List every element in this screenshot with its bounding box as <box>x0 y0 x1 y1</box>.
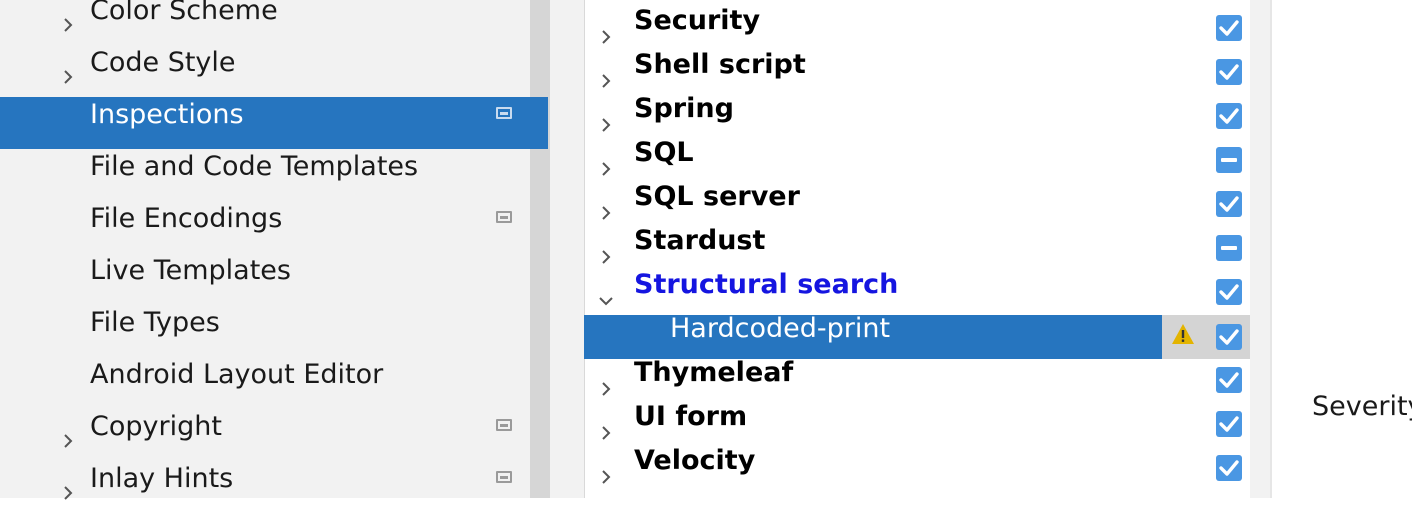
project-level-icon <box>496 107 512 119</box>
project-level-icon <box>496 419 512 431</box>
inspection-label: Security <box>634 5 761 36</box>
chevron-right-icon[interactable] <box>598 15 614 44</box>
settings-item-label: Code Style <box>90 47 236 78</box>
checkbox-cell <box>1202 95 1250 139</box>
settings-item-label: Copyright <box>90 411 222 442</box>
checkbox-cell <box>1202 7 1250 51</box>
checkmark-icon <box>1219 108 1239 124</box>
checkbox-cell <box>1202 359 1250 403</box>
checkbox-cell <box>1202 315 1250 359</box>
chevron-down-icon[interactable] <box>598 279 614 306</box>
chevron-right-icon[interactable] <box>598 455 614 484</box>
settings-item-label: File Encodings <box>90 203 283 234</box>
chevron-right-icon[interactable] <box>598 191 614 220</box>
project-level-icon <box>496 471 512 483</box>
settings-item-label: Inlay Hints <box>90 463 234 494</box>
enabled-checkbox[interactable] <box>1216 279 1242 305</box>
settings-item-inlay-hints[interactable]: Inlay Hints <box>0 461 548 513</box>
chevron-right-icon[interactable] <box>60 467 76 500</box>
chevron-right-icon[interactable] <box>598 411 614 440</box>
enabled-checkbox[interactable] <box>1216 191 1242 217</box>
inspection-row-velocity[interactable]: Velocity <box>584 445 1250 491</box>
panel-gap <box>550 0 584 498</box>
settings-item-label: File and Code Templates <box>90 151 419 182</box>
inspection-label: Stardust <box>634 225 766 256</box>
checkbox-cell <box>1202 51 1250 95</box>
project-level-icon <box>496 211 512 223</box>
checkbox-cell <box>1202 139 1250 183</box>
chevron-right-icon[interactable] <box>598 59 614 88</box>
checkmark-icon <box>1219 20 1239 36</box>
checkmark-icon <box>1219 372 1239 388</box>
checkmark-icon <box>1219 329 1239 345</box>
inspection-label: Velocity <box>634 445 756 476</box>
inspections-tree-scrollbar[interactable] <box>1250 0 1270 498</box>
partial-checkbox[interactable] <box>1216 235 1242 261</box>
chevron-right-icon[interactable] <box>60 415 76 448</box>
warning-icon <box>1172 324 1194 344</box>
inspection-label: UI form <box>634 401 748 432</box>
inspection-label: Spring <box>634 93 734 124</box>
enabled-checkbox[interactable] <box>1216 411 1242 437</box>
chevron-right-icon[interactable] <box>598 367 614 396</box>
checkmark-icon <box>1219 416 1239 432</box>
checkbox-cell <box>1202 183 1250 227</box>
enabled-checkbox[interactable] <box>1216 15 1242 41</box>
chevron-right-icon[interactable] <box>60 51 76 84</box>
settings-item-copyright[interactable]: Copyright <box>0 409 548 461</box>
severity-label: Severity <box>1312 391 1412 422</box>
checkmark-icon <box>1219 284 1239 300</box>
settings-item-label: File Types <box>90 307 220 338</box>
chevron-right-icon[interactable] <box>598 147 614 176</box>
severity-cell <box>1162 315 1202 359</box>
checkbox-cell <box>1202 447 1250 491</box>
inspection-label: Shell script <box>634 49 806 80</box>
checkmark-icon <box>1219 460 1239 476</box>
settings-item-code-style[interactable]: Code Style <box>0 45 548 97</box>
checkbox-cell <box>1202 403 1250 447</box>
details-panel: Severity <box>1272 0 1412 498</box>
settings-item-label: Live Templates <box>90 255 291 286</box>
inspection-label: SQL server <box>634 181 800 212</box>
settings-item-label: Android Layout Editor <box>90 359 384 390</box>
chevron-right-icon[interactable] <box>598 235 614 264</box>
inspection-label: Structural search <box>634 269 899 300</box>
settings-item-label: Inspections <box>90 99 244 130</box>
checkbox-cell <box>1202 227 1250 271</box>
enabled-checkbox[interactable] <box>1216 103 1242 129</box>
inspection-label: SQL <box>634 137 694 168</box>
settings-item-label: Color Scheme <box>90 0 278 26</box>
checkmark-icon <box>1219 196 1239 212</box>
inspection-label: Hardcoded-print <box>670 313 891 344</box>
settings-item-android-layout-editor[interactable]: Android Layout Editor <box>0 357 548 409</box>
dash-icon <box>1221 158 1237 162</box>
checkbox-cell <box>1202 271 1250 315</box>
enabled-checkbox[interactable] <box>1216 324 1242 350</box>
settings-item-live-templates[interactable]: Live Templates <box>0 253 548 305</box>
checkmark-icon <box>1219 64 1239 80</box>
partial-checkbox[interactable] <box>1216 147 1242 173</box>
enabled-checkbox[interactable] <box>1216 455 1242 481</box>
enabled-checkbox[interactable] <box>1216 367 1242 393</box>
enabled-checkbox[interactable] <box>1216 59 1242 85</box>
chevron-right-icon[interactable] <box>60 0 76 32</box>
settings-item-color-scheme[interactable]: Color Scheme <box>0 0 548 45</box>
chevron-right-icon[interactable] <box>598 103 614 132</box>
inspection-label: Thymeleaf <box>634 357 794 388</box>
dash-icon <box>1221 246 1237 250</box>
